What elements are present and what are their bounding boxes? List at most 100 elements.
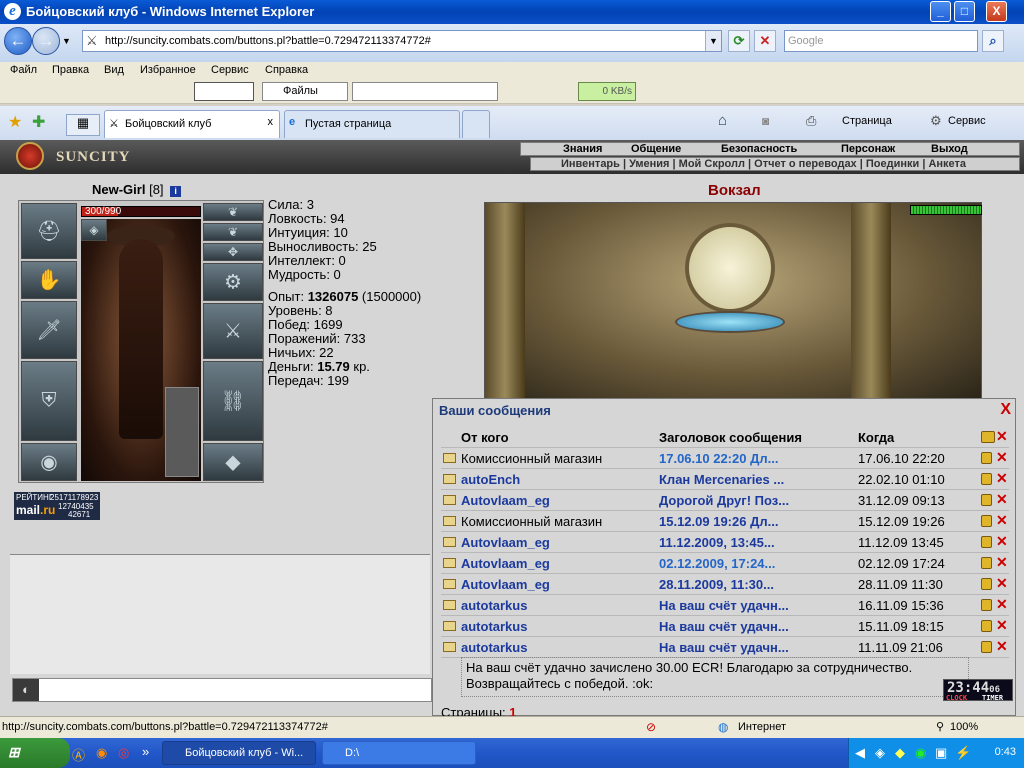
message-from[interactable]: autotarkus (461, 640, 656, 655)
lock-icon[interactable] (981, 557, 992, 569)
refresh-button[interactable]: ⟳ (728, 30, 750, 52)
close-button[interactable]: X (986, 1, 1007, 22)
tab-close-icon[interactable]: x (268, 116, 274, 128)
gear-icon[interactable]: ⚙ (930, 113, 942, 129)
message-row[interactable]: Комиссионный магазин 15.12.09 19:26 Дл...… (441, 511, 1009, 532)
chrome-icon[interactable]: ◎ (118, 745, 129, 761)
lock-icon[interactable] (981, 641, 992, 653)
message-from[interactable]: Комиссионный магазин (461, 514, 656, 529)
message-subject[interactable]: На ваш счёт удачн... (659, 640, 853, 655)
location-scene[interactable] (484, 202, 982, 401)
eye-tray-icon[interactable]: ◉ (915, 745, 926, 761)
message-from[interactable]: Комиссионный магазин (461, 451, 656, 466)
menu-security[interactable]: Безопасность (721, 143, 797, 155)
menu-character[interactable]: Персонаж (841, 143, 895, 155)
delete-icon[interactable]: ✕ (996, 470, 1008, 487)
bracers-slot[interactable]: ⚙ (203, 263, 263, 301)
back-button[interactable]: ← (4, 27, 32, 55)
volume-icon[interactable]: ◀ (855, 745, 865, 761)
message-subject[interactable]: На ваш счёт удачн... (659, 598, 853, 613)
menu-file[interactable]: Файл (10, 64, 37, 76)
message-from[interactable]: Autovlaam_eg (461, 535, 656, 550)
task-browser[interactable]: Бойцовский клуб - Wi... (162, 741, 316, 765)
tab-combats[interactable]: ⚔ Бойцовский клуб x (104, 110, 280, 138)
more-launch-icon[interactable]: » (142, 744, 149, 759)
power-tray-icon[interactable]: ⚡ (955, 745, 971, 761)
favorites-star-icon[interactable]: ★ (8, 112, 22, 132)
security-tray-icon[interactable]: ◆ (895, 745, 905, 761)
zoom-level[interactable]: 100% (950, 721, 978, 733)
message-subject[interactable]: Клан Mercenaries ... (659, 472, 853, 487)
stop-button[interactable]: ✕ (754, 30, 776, 52)
menu-help[interactable]: Справка (265, 64, 308, 76)
message-row[interactable]: Комиссионный магазин 17.06.10 22:20 Дл...… (441, 448, 1009, 469)
add-favorite-icon[interactable]: ✚ (32, 112, 45, 132)
message-row[interactable]: Autovlaam_eg 02.12.2009, 17:24... 02.12.09… (441, 553, 1009, 574)
home-icon[interactable]: ⌂ (718, 112, 727, 129)
message-from[interactable]: autotarkus (461, 598, 656, 613)
toolbar-search-field[interactable] (352, 82, 498, 101)
lock-icon[interactable] (981, 578, 992, 590)
message-row[interactable]: Autovlaam_eg 11.12.2009, 13:45... 11.12.09… (441, 532, 1009, 553)
message-row[interactable]: Autovlaam_eg 28.11.2009, 11:30... 28.11.09… (441, 574, 1009, 595)
delete-icon[interactable]: ✕ (996, 533, 1008, 550)
address-dropdown-icon[interactable]: ▼ (705, 31, 721, 51)
popup-blocked-icon[interactable]: ⊘ (646, 720, 656, 734)
lock-icon[interactable] (981, 473, 992, 485)
firefox-icon[interactable]: ◉ (96, 745, 107, 761)
info-icon[interactable]: i (170, 186, 182, 197)
tools-menu[interactable]: Сервис (948, 115, 986, 127)
lock-icon[interactable] (981, 452, 992, 464)
start-button[interactable]: ⊞ (0, 738, 70, 768)
files-dropdown[interactable]: Файлы (262, 82, 348, 101)
menu-exit[interactable]: Выход (931, 143, 968, 155)
message-row[interactable]: autotarkus На ваш счёт удачн... 15.11.09 1… (441, 616, 1009, 637)
chat-input[interactable]: ◐ (12, 678, 432, 702)
lock-icon[interactable] (981, 515, 992, 527)
minimize-button[interactable]: _ (930, 1, 951, 22)
message-row[interactable]: autoEnch Клан Mercenaries ... 22.02.10 01:… (441, 469, 1009, 490)
task-explorer[interactable]: D:\ (322, 741, 476, 765)
tab-blank-page[interactable]: e Пустая страница (284, 110, 460, 138)
print-icon[interactable]: ⎙ (806, 113, 816, 129)
menu-favorites[interactable]: Избранное (140, 64, 196, 76)
delete-icon[interactable]: ✕ (996, 491, 1008, 508)
delete-icon[interactable]: ✕ (996, 512, 1008, 529)
character-avatar[interactable] (81, 219, 201, 481)
armor-slot[interactable]: ⛨ (21, 361, 77, 441)
lock-icon[interactable] (981, 536, 992, 548)
cursor-tool-icon[interactable] (194, 82, 254, 101)
page-menu[interactable]: Страница (842, 115, 892, 127)
cat-pet-icon[interactable] (165, 387, 199, 477)
delete-all-icon[interactable]: ✕ (996, 428, 1008, 445)
message-subject[interactable]: 15.12.09 19:26 Дл... (659, 514, 853, 529)
menu-communication[interactable]: Общение (631, 143, 681, 155)
message-row[interactable]: Autovlaam_eg Дорогой Друг! Поз... 31.12.09… (441, 490, 1009, 511)
message-from[interactable]: autoEnch (461, 472, 656, 487)
message-subject[interactable]: 11.12.2009, 13:45... (659, 535, 853, 550)
message-from[interactable]: Autovlaam_eg (461, 493, 656, 508)
maximize-button[interactable]: □ (954, 1, 975, 22)
zoom-icon[interactable]: ⚲ (936, 720, 944, 733)
message-subject[interactable]: 02.12.2009, 17:24... (659, 556, 853, 571)
address-bar[interactable]: ⚔ http://suncity.combats.com/buttons.pl?… (82, 30, 722, 52)
offhand-slot[interactable]: ⚔ (203, 303, 263, 359)
weapon-slot[interactable]: 🗡 (21, 301, 77, 359)
new-tab-button[interactable] (462, 110, 490, 138)
messages-close-button[interactable]: X (1000, 401, 1011, 419)
message-from[interactable]: Autovlaam_eg (461, 556, 656, 571)
message-subject[interactable]: 17.06.10 22:20 Дл... (659, 451, 853, 466)
lock-icon[interactable] (981, 599, 992, 611)
menu-knowledge[interactable]: Знания (563, 143, 602, 155)
sub-menu-links[interactable]: Инвентарь | Умения | Мой Скролл | Отчет … (561, 158, 966, 170)
address-url[interactable]: http://suncity.combats.com/buttons.pl?ba… (105, 35, 431, 47)
message-row[interactable]: autotarkus На ваш счёт удачн... 11.11.09 2… (441, 637, 1009, 658)
quick-tabs-icon[interactable]: ▦ (66, 114, 100, 136)
portal-pool[interactable] (675, 311, 785, 333)
message-from[interactable]: autotarkus (461, 619, 656, 634)
legs-slot[interactable]: ⛓ (203, 361, 263, 441)
helmet-slot[interactable]: ⛑ (21, 203, 77, 259)
message-from[interactable]: Autovlaam_eg (461, 577, 656, 592)
delete-icon[interactable]: ✕ (996, 554, 1008, 571)
history-dropdown-icon[interactable]: ▼ (62, 36, 71, 46)
